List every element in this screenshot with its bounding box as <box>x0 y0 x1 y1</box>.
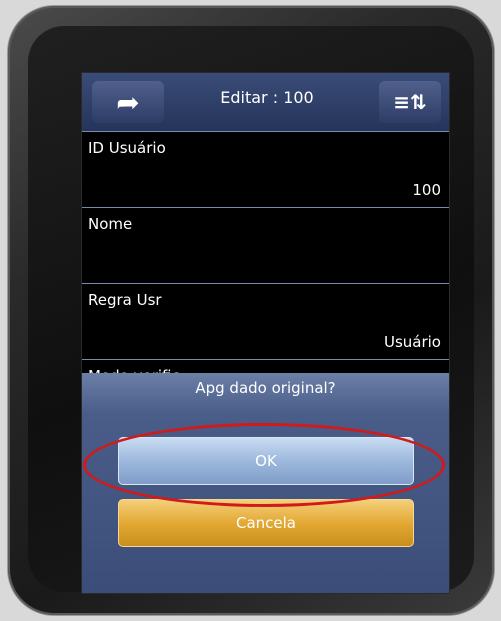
field-value: Usuário <box>383 333 441 351</box>
sort-list-icon: ≡⇅ <box>393 90 427 114</box>
ok-button[interactable]: OK <box>118 437 414 485</box>
field-user-role[interactable]: Regra Usr Usuário <box>82 283 449 360</box>
page-title: Editar : 100 <box>220 88 314 107</box>
cancel-button[interactable]: Cancela <box>118 499 414 547</box>
field-user-id[interactable]: ID Usuário 100 <box>82 131 449 208</box>
device-screen: ➦ Editar : 100 ≡⇅ ID Usuário 100 Nome Re… <box>81 72 450 594</box>
dialog-message: Apg dado original? <box>195 379 336 397</box>
field-label: Regra Usr <box>88 291 162 309</box>
field-label: Nome <box>88 215 133 233</box>
field-name[interactable]: Nome <box>82 207 449 284</box>
back-arrow-icon: ➦ <box>116 85 140 119</box>
field-value: 100 <box>412 181 441 199</box>
top-bar: ➦ Editar : 100 ≡⇅ <box>82 73 449 132</box>
sort-button[interactable]: ≡⇅ <box>379 81 441 123</box>
field-label: ID Usuário <box>88 139 166 157</box>
back-button[interactable]: ➦ <box>92 81 164 123</box>
confirm-dialog: Apg dado original? OK Cancela <box>82 373 449 593</box>
